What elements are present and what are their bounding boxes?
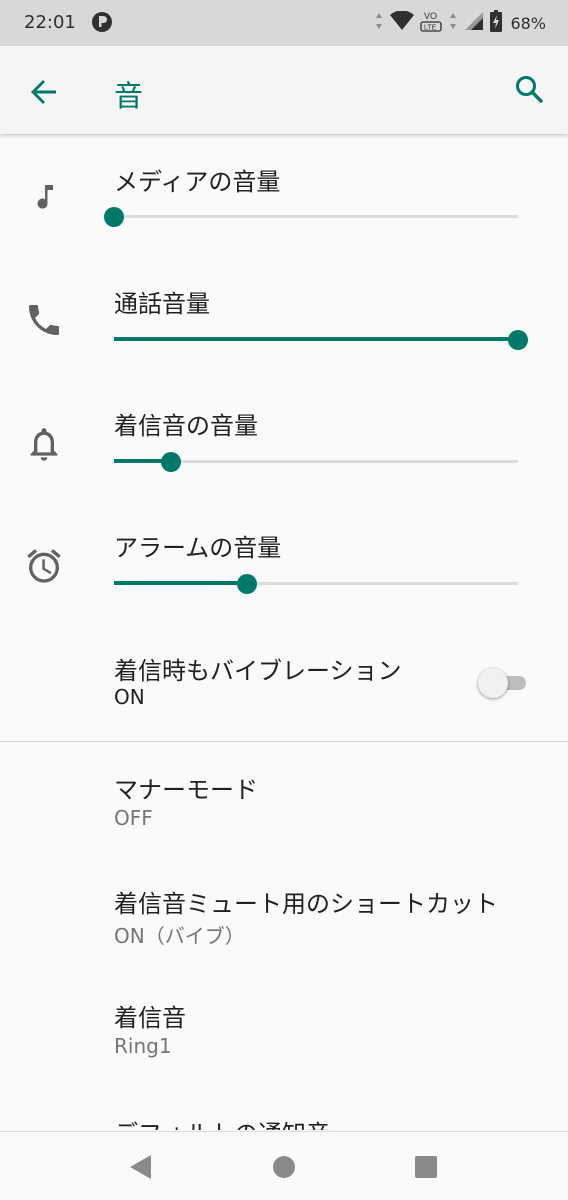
back-button[interactable] — [24, 72, 64, 112]
alarm-clock-icon — [24, 546, 64, 586]
vibrate-when-ringing-title: 着信時もバイブレーション — [114, 657, 402, 685]
alarm-volume-row: アラームの音量 — [0, 500, 568, 622]
ring-mute-shortcut-title: 着信音ミュート用のショートカット — [114, 890, 498, 918]
ringtone-title: 着信音 — [114, 1004, 186, 1032]
vibrate-when-ringing-summary: ON — [114, 685, 145, 709]
default-notification-sound-row[interactable]: デフォルトの通知音 — [0, 1088, 568, 1130]
search-icon — [516, 76, 543, 103]
call-volume-slider[interactable] — [114, 328, 528, 352]
navigation-bar — [0, 1131, 568, 1200]
music-note-icon — [24, 176, 64, 216]
status-bar: 22:01 VO LTE 68% — [0, 0, 568, 46]
nav-home-icon — [273, 1156, 295, 1178]
nav-home-button[interactable] — [267, 1150, 301, 1184]
p-app-icon — [92, 11, 112, 33]
media-volume-row: メディアの音量 — [0, 134, 568, 256]
media-volume-label: メディアの音量 — [114, 168, 281, 196]
nav-back-icon — [130, 1155, 151, 1179]
arrow-back-icon — [31, 80, 56, 104]
page-title: 音 — [114, 79, 144, 113]
slider-track — [114, 215, 518, 218]
slider-fill — [114, 581, 247, 585]
ringtone-row[interactable]: 着信音 Ring1 — [0, 972, 568, 1088]
slider-thumb[interactable] — [237, 574, 257, 594]
ring-volume-label: 着信音の音量 — [114, 412, 258, 440]
nav-recents-button[interactable] — [409, 1150, 443, 1184]
wifi-icon — [390, 10, 415, 35]
call-volume-row: 通話音量 — [0, 256, 568, 378]
settings-list: メディアの音量 通話音量 着信音の音量 アラームの音量 着信時もバイブレーション… — [0, 134, 568, 1130]
ring-volume-row: 着信音の音量 — [0, 378, 568, 500]
battery-charging-icon — [490, 10, 503, 36]
bell-icon — [24, 424, 64, 464]
signal-icon — [464, 11, 484, 35]
toggle-thumb — [478, 668, 508, 698]
svg-text:VO: VO — [424, 11, 437, 21]
search-button[interactable] — [510, 70, 550, 110]
default-notification-sound-title: デフォルトの通知音 — [114, 1114, 330, 1130]
ringtone-summary: Ring1 — [114, 1034, 172, 1058]
svg-text:LTE: LTE — [424, 25, 437, 32]
manner-mode-summary: OFF — [114, 806, 153, 830]
ring-mute-shortcut-row[interactable]: 着信音ミュート用のショートカット ON（バイブ） — [0, 856, 568, 972]
alarm-volume-slider[interactable] — [114, 572, 518, 596]
ring-mute-shortcut-summary: ON（バイブ） — [114, 924, 245, 948]
phone-icon — [24, 300, 64, 340]
vibrate-when-ringing-row[interactable]: 着信時もバイブレーション ON — [0, 630, 568, 740]
status-icons: VO LTE 68% — [374, 9, 546, 37]
slider-thumb[interactable] — [161, 452, 181, 472]
manner-mode-row[interactable]: マナーモード OFF — [0, 742, 568, 856]
slider-thumb[interactable] — [508, 330, 528, 350]
manner-mode-title: マナーモード — [114, 776, 258, 804]
data-arrows-icon — [374, 10, 384, 36]
battery-percent: 68% — [510, 13, 546, 33]
nav-recents-icon — [415, 1156, 437, 1178]
volte-icon: VO LTE — [420, 9, 443, 37]
status-time: 22:01 — [24, 12, 76, 33]
ring-volume-slider[interactable] — [114, 450, 518, 474]
slider-thumb[interactable] — [104, 207, 124, 227]
data-arrows-icon — [448, 10, 458, 36]
call-volume-label: 通話音量 — [114, 290, 210, 318]
slider-fill — [114, 337, 518, 341]
vibrate-toggle[interactable] — [478, 665, 526, 701]
media-volume-slider[interactable] — [104, 205, 518, 229]
alarm-volume-label: アラームの音量 — [114, 534, 282, 562]
app-bar: 音 — [0, 46, 568, 134]
nav-back-button[interactable] — [124, 1150, 158, 1184]
